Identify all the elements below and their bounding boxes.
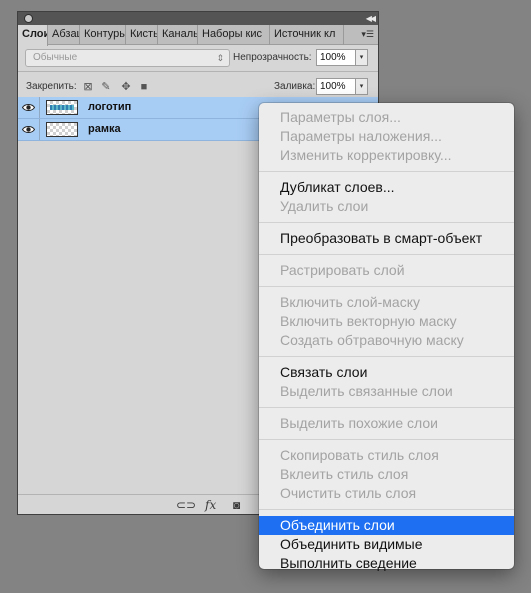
menu-item-clear-layer-style: Очистить стиль слоя	[280, 485, 417, 501]
menu-item-delete-layers: Удалить слои	[280, 198, 369, 214]
layer-context-menu: Параметры слоя... Параметры наложения...…	[259, 103, 514, 571]
opacity-field[interactable]: 100%	[316, 49, 356, 66]
menu-separator	[259, 222, 514, 223]
menu-item-enable-vector-mask: Включить векторную маску	[280, 313, 457, 329]
layer-thumbnail	[46, 122, 78, 137]
tab-paths[interactable]: Контуры	[80, 25, 126, 45]
menu-separator	[259, 254, 514, 255]
menu-item-layer-properties: Параметры слоя...	[280, 109, 401, 125]
layer-name[interactable]: логотип	[88, 101, 131, 113]
menu-item-copy-layer-style: Скопировать стиль слоя	[280, 447, 439, 463]
lock-brush-icon[interactable]: ✎	[100, 81, 112, 93]
panel-menu-icon[interactable]: ▾☰	[361, 27, 374, 41]
menu-item-edit-adjustment: Изменить корректировку...	[280, 147, 452, 163]
blend-mode-select[interactable]: Обычные ⇕	[25, 49, 230, 67]
menu-item-blending-options: Параметры наложения...	[280, 128, 442, 144]
menu-item-select-similar-layers: Выделить похожие слои	[280, 415, 438, 431]
logo-thumbnail-mark	[50, 105, 74, 110]
menu-item-create-clipping-mask: Создать обтравочную маску	[280, 332, 464, 348]
menu-item-merge-visible[interactable]: Объединить видимые	[259, 535, 514, 554]
menu-item-flatten-image[interactable]: Выполнить сведение	[259, 554, 514, 573]
menu-item-rasterize-layer: Растрировать слой	[280, 262, 405, 278]
menu-item-duplicate-layers[interactable]: Дубликат слоев...	[259, 178, 514, 197]
tab-layers[interactable]: Слои	[18, 25, 48, 46]
visibility-toggle[interactable]	[18, 97, 40, 118]
tab-channels[interactable]: Каналы	[158, 25, 198, 45]
blend-mode-value: Обычные	[33, 52, 78, 63]
menu-separator	[259, 286, 514, 287]
panel-tabbar: Слои Абзац Контуры Кисть Каналы Наборы к…	[18, 25, 378, 46]
tab-clone-source[interactable]: Источник кл	[270, 25, 344, 45]
lock-move-icon[interactable]: ✥	[120, 81, 132, 93]
tab-brush-presets[interactable]: Наборы кис	[198, 25, 270, 45]
link-icon[interactable]: ⊂⊃	[176, 498, 196, 512]
menu-separator	[259, 171, 514, 172]
eye-icon	[22, 126, 35, 133]
fill-dropdown-icon[interactable]: ▾	[356, 78, 368, 95]
fx-icon[interactable]: fx	[205, 498, 216, 512]
tab-brush[interactable]: Кисть	[126, 25, 158, 45]
layer-name[interactable]: рамка	[88, 123, 121, 135]
layer-thumbnail	[46, 100, 78, 115]
fill-label: Заливка:	[274, 81, 316, 92]
menu-item-paste-layer-style: Вклеить стиль слоя	[280, 466, 409, 482]
panel-titlebar: ◀◀	[18, 12, 378, 25]
close-icon[interactable]	[24, 14, 33, 23]
visibility-toggle[interactable]	[18, 119, 40, 140]
blend-row: Обычные ⇕ Непрозрачность: 100% ▾	[18, 45, 378, 71]
menu-separator	[259, 356, 514, 357]
mask-icon[interactable]: ◙	[233, 498, 240, 512]
menu-separator	[259, 509, 514, 510]
lock-label: Закрепить:	[26, 81, 77, 92]
menu-item-convert-to-smart-object[interactable]: Преобразовать в смарт-объект	[259, 229, 514, 248]
fill-field[interactable]: 100%	[316, 78, 356, 95]
collapse-icon[interactable]: ◀◀	[366, 12, 376, 25]
menu-separator	[259, 439, 514, 440]
menu-item-select-linked-layers: Выделить связанные слои	[280, 383, 453, 399]
lock-transparent-icon[interactable]: ⊠	[82, 81, 94, 93]
opacity-dropdown-icon[interactable]: ▾	[356, 49, 368, 66]
menu-separator	[259, 407, 514, 408]
eye-icon	[22, 104, 35, 111]
opacity-label: Непрозрачность:	[233, 52, 312, 63]
lock-all-icon[interactable]: ■	[138, 81, 150, 93]
updown-arrows-icon: ⇕	[216, 53, 224, 63]
menu-item-enable-layer-mask: Включить слой-маску	[280, 294, 420, 310]
menu-item-merge-layers[interactable]: Объединить слои	[259, 516, 514, 535]
menu-item-link-layers[interactable]: Связать слои	[259, 363, 514, 382]
tab-paragraph[interactable]: Абзац	[48, 25, 80, 45]
